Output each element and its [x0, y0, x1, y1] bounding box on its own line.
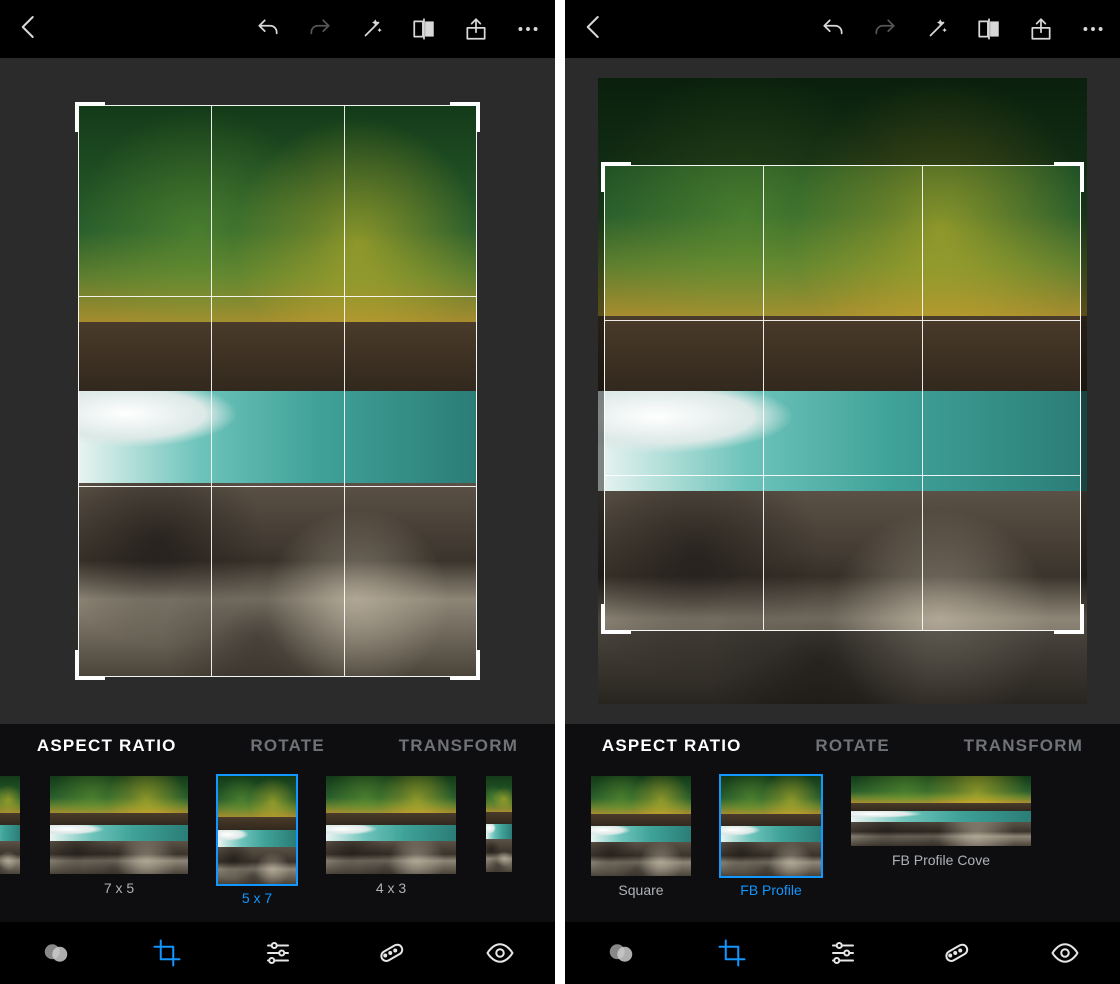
crop-handle-br[interactable] [450, 650, 480, 680]
ratio-thumb-label: 5 x 7 [242, 890, 272, 906]
crop-handle-bl[interactable] [601, 604, 631, 634]
ratio-thumb-label: FB Profile Cove [892, 852, 990, 868]
ratio-thumb[interactable]: 7 x 5 [50, 776, 188, 896]
heal-icon[interactable] [939, 938, 969, 968]
crop-handle-tr[interactable] [1054, 162, 1084, 192]
crop-frame[interactable] [78, 105, 478, 678]
back-icon[interactable] [14, 12, 44, 42]
ratio-thumb[interactable]: FB Profile Cove [851, 776, 1031, 868]
ratio-thumb-label: 4 x 3 [376, 880, 406, 896]
more-icon[interactable] [1080, 16, 1106, 42]
redo-icon[interactable] [307, 16, 333, 42]
tab-rotate[interactable]: ROTATE [250, 736, 325, 756]
redo-icon[interactable] [872, 16, 898, 42]
ratio-thumb-image [486, 776, 512, 872]
tab-transform[interactable]: TRANSFORM [964, 736, 1083, 756]
ratio-thumb[interactable] [0, 776, 20, 880]
filters-icon[interactable] [606, 938, 636, 968]
ratio-thumb-image [591, 776, 691, 876]
bottom-toolbar [0, 922, 555, 984]
ratio-thumb-image [326, 776, 456, 874]
ratio-thumb[interactable]: 4 x 3 [326, 776, 456, 896]
ratio-thumb-image [0, 776, 20, 874]
more-icon[interactable] [515, 16, 541, 42]
crop-frame[interactable] [604, 165, 1081, 631]
back-icon[interactable] [579, 12, 609, 42]
ratio-thumb-label: 7 x 5 [104, 880, 134, 896]
ratio-thumb-label: Square [618, 882, 663, 898]
phone-screen-1: ASPECT RATIOROTATETRANSFORMviceSquareFB … [565, 0, 1120, 984]
crop-handle-tr[interactable] [450, 102, 480, 132]
top-toolbar [565, 0, 1120, 58]
ratio-thumb[interactable]: Square [591, 776, 691, 898]
crop-icon[interactable] [717, 938, 747, 968]
compare-icon[interactable] [976, 16, 1002, 42]
ratio-thumb[interactable] [486, 776, 512, 878]
ratio-thumb[interactable]: 5 x 7 [218, 776, 296, 906]
crop-handle-bl[interactable] [75, 650, 105, 680]
share-icon[interactable] [463, 16, 489, 42]
compare-icon[interactable] [411, 16, 437, 42]
crop-tabs: ASPECT RATIO ROTATE TRANSFORM [0, 724, 555, 768]
tab-transform[interactable]: TRANSFORM [399, 736, 518, 756]
adjust-icon[interactable] [263, 938, 293, 968]
phone-screen-0: ASPECT RATIO ROTATE TRANSFORM 7 x 5 5 x 7 4 x… [0, 0, 555, 984]
crop-handle-br[interactable] [1054, 604, 1084, 634]
adjust-icon[interactable] [828, 938, 858, 968]
bottom-toolbar [565, 922, 1120, 984]
redeye-icon[interactable] [1050, 938, 1080, 968]
tab-rotate[interactable]: ROTATE [815, 736, 890, 756]
undo-icon[interactable] [255, 16, 281, 42]
crop-canvas[interactable] [565, 58, 1120, 724]
magic-wand-icon[interactable] [924, 16, 950, 42]
crop-tabs: ASPECT RATIO ROTATE TRANSFORM [565, 724, 1120, 768]
heal-icon[interactable] [374, 938, 404, 968]
ratio-thumb-image [218, 776, 296, 884]
ratio-thumb-image [50, 776, 188, 874]
tab-aspect ratio[interactable]: ASPECT RATIO [602, 736, 742, 756]
crop-handle-tl[interactable] [75, 102, 105, 132]
ratio-thumb-image [851, 776, 1031, 846]
top-toolbar [0, 0, 555, 58]
crop-icon[interactable] [152, 938, 182, 968]
undo-icon[interactable] [820, 16, 846, 42]
magic-wand-icon[interactable] [359, 16, 385, 42]
ratio-thumbnail-strip[interactable]: viceSquareFB ProfileFB Profile Cove [565, 768, 1120, 922]
ratio-thumb[interactable]: FB Profile [721, 776, 821, 898]
ratio-thumb-image [721, 776, 821, 876]
tab-aspect ratio[interactable]: ASPECT RATIO [37, 736, 177, 756]
pane-divider [555, 0, 565, 984]
ratio-thumb-label: FB Profile [740, 882, 801, 898]
crop-handle-tl[interactable] [601, 162, 631, 192]
filters-icon[interactable] [41, 938, 71, 968]
crop-canvas[interactable] [0, 58, 555, 724]
share-icon[interactable] [1028, 16, 1054, 42]
ratio-thumbnail-strip[interactable]: 7 x 5 5 x 7 4 x 3 [0, 768, 555, 922]
redeye-icon[interactable] [485, 938, 515, 968]
